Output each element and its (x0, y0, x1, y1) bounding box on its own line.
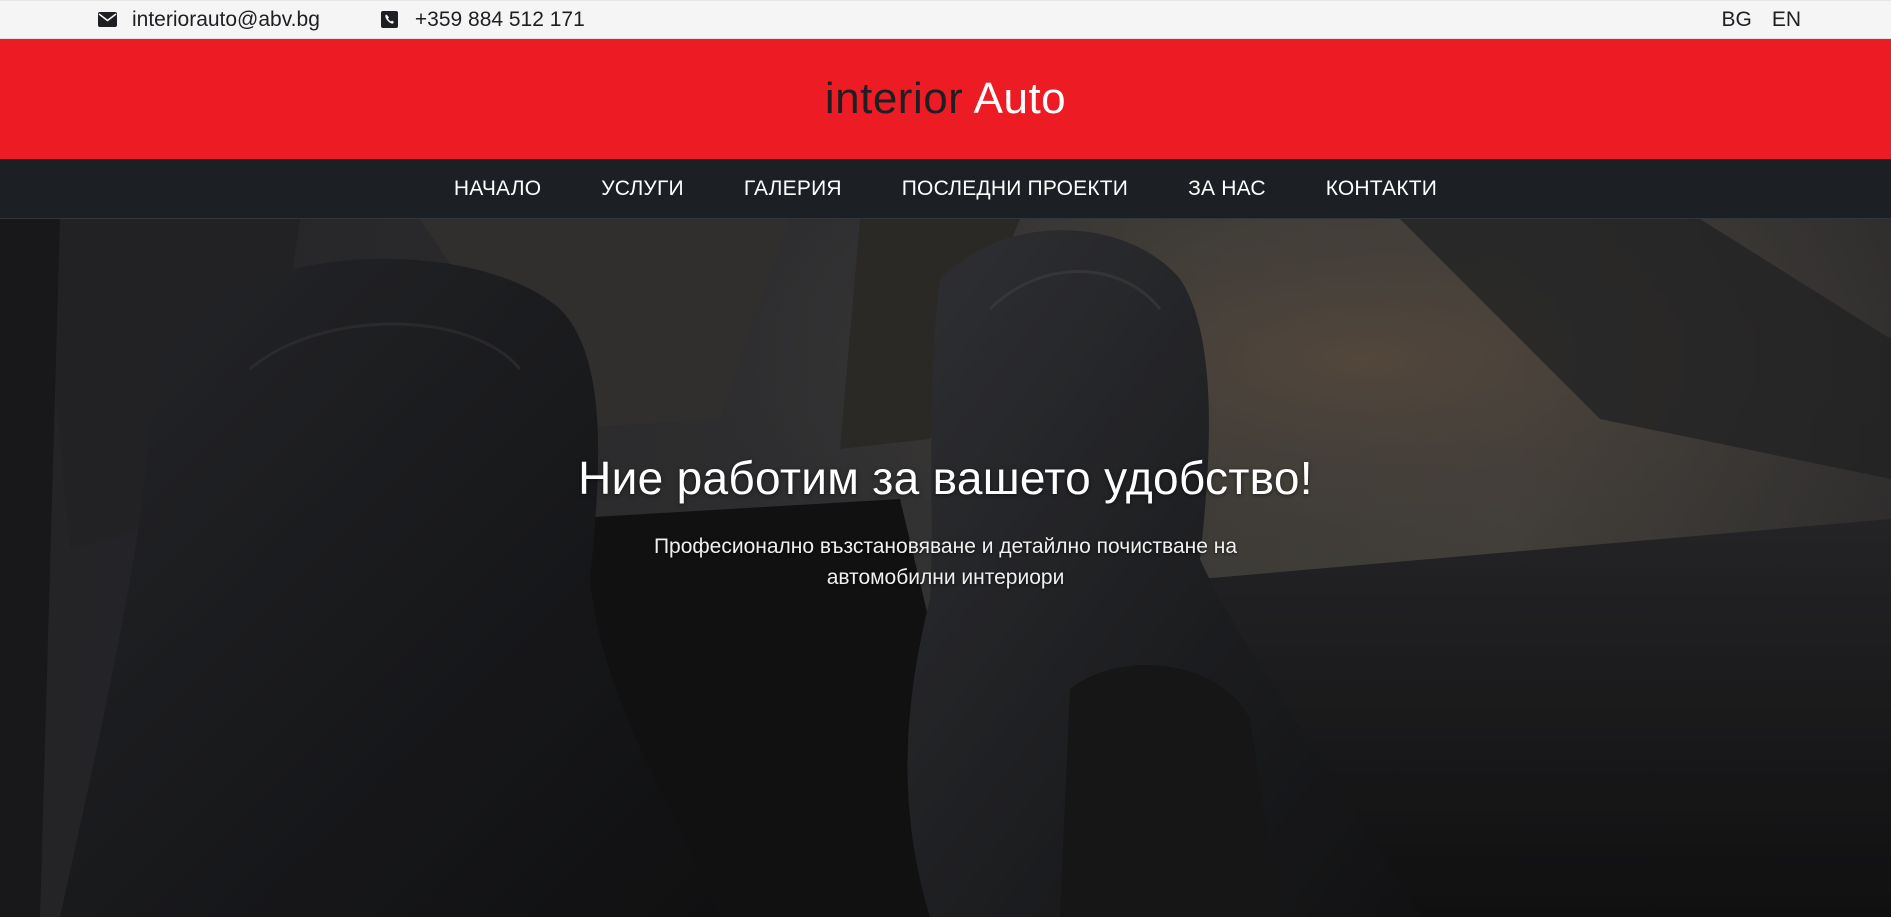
phone-link[interactable]: +359 884 512 171 (380, 8, 585, 32)
hero-banner: Ние работим за вашето удобство! Професио… (0, 219, 1891, 917)
hero-content: Ние работим за вашето удобство! Професио… (0, 451, 1891, 593)
hero-title: Ние работим за вашето удобство! (578, 452, 1313, 504)
brand-header: interior Auto (0, 39, 1891, 159)
logo-word-interior: interior (824, 74, 964, 123)
site-logo[interactable]: interior Auto (825, 74, 1066, 124)
top-info-bar: interiorauto@abv.bg +359 884 512 171 BG … (0, 0, 1891, 39)
nav-about[interactable]: ЗА НАС (1188, 177, 1266, 201)
email-link[interactable]: interiorauto@abv.bg (97, 8, 320, 32)
contact-info: interiorauto@abv.bg +359 884 512 171 (97, 8, 585, 32)
lang-bg-link[interactable]: BG (1721, 8, 1751, 32)
envelope-icon (97, 10, 117, 30)
nav-home[interactable]: НАЧАЛО (454, 177, 541, 201)
nav-latest-projects[interactable]: ПОСЛЕДНИ ПРОЕКТИ (902, 177, 1128, 201)
nav-gallery[interactable]: ГАЛЕРИЯ (744, 177, 842, 201)
lang-en-link[interactable]: EN (1772, 8, 1801, 32)
nav-contacts[interactable]: КОНТАКТИ (1326, 177, 1437, 201)
nav-services[interactable]: УСЛУГИ (601, 177, 684, 201)
phone-icon (380, 10, 400, 30)
logo-word-auto: Auto (973, 74, 1067, 123)
hero-subtitle: Професионално възстановяване и детайлно … (653, 535, 1238, 589)
phone-text: +359 884 512 171 (414, 7, 585, 31)
email-text: interiorauto@abv.bg (132, 7, 320, 31)
language-switcher: BG EN (1721, 8, 1801, 32)
main-navigation: НАЧАЛО УСЛУГИ ГАЛЕРИЯ ПОСЛЕДНИ ПРОЕКТИ З… (0, 159, 1891, 219)
